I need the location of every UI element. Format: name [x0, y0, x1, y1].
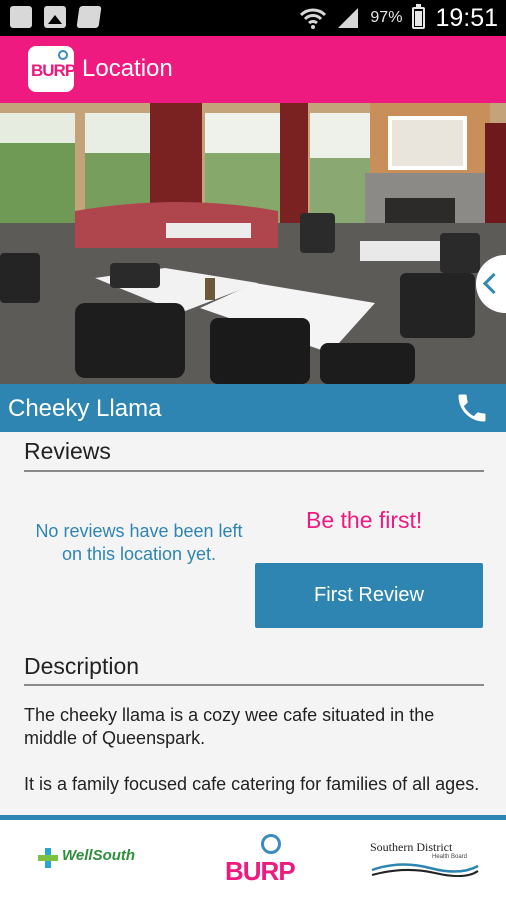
burp-logo[interactable]: BURP: [28, 46, 76, 92]
battery-icon: [412, 4, 426, 29]
burp-logo-text: BURP: [31, 61, 76, 80]
cross-icon: [38, 848, 58, 868]
clock: 19:51: [435, 3, 498, 32]
system-indicators: 97% 19:51: [300, 0, 498, 36]
clipboard-icon: [10, 6, 32, 28]
wave-icon: [371, 863, 479, 877]
battery-percent: 97%: [370, 9, 403, 26]
description-heading: Description: [24, 653, 140, 679]
burp-footer-text: BURP: [225, 856, 296, 886]
burp-logo-mark: [261, 834, 281, 854]
burp-footer-logo: BURP: [225, 834, 296, 886]
reviews-heading: Reviews: [24, 438, 111, 464]
sdhb-text: Southern District: [370, 840, 453, 854]
page-title: Location: [82, 55, 173, 82]
footer: WellSouth BURP Southern District Health …: [0, 820, 506, 900]
be-first-text: Be the first!: [306, 507, 423, 533]
location-header: Cheeky Llama: [0, 384, 506, 432]
reviews-divider: [24, 470, 484, 472]
no-reviews-message: No reviews have been left on this locati…: [35, 521, 243, 564]
location-details[interactable]: Reviews No reviews have been left on thi…: [0, 432, 506, 815]
wellsouth-text: WellSouth: [62, 847, 136, 864]
image-icon: [44, 6, 66, 28]
status-bar: 97% 19:51: [0, 0, 506, 36]
phone-icon[interactable]: [454, 390, 490, 426]
southern-district-logo: Southern District Health Board: [370, 838, 480, 882]
app-bar: BURP Location: [0, 36, 506, 103]
description-divider: [24, 684, 484, 686]
cafe-interior-image: [0, 103, 506, 384]
description-paragraph: The cheeky llama is a cozy wee cafe situ…: [24, 705, 435, 748]
notification-icons: [10, 6, 102, 28]
description-paragraph: It is a family focused cafe catering for…: [24, 774, 480, 794]
first-review-button[interactable]: First Review: [255, 563, 483, 628]
signal-icon: [338, 8, 359, 28]
sd-card-icon: [76, 6, 102, 28]
burp-logo-mark: [58, 50, 68, 60]
location-photo: [0, 103, 506, 384]
wifi-icon: [300, 8, 327, 29]
location-name: Cheeky Llama: [8, 395, 162, 422]
